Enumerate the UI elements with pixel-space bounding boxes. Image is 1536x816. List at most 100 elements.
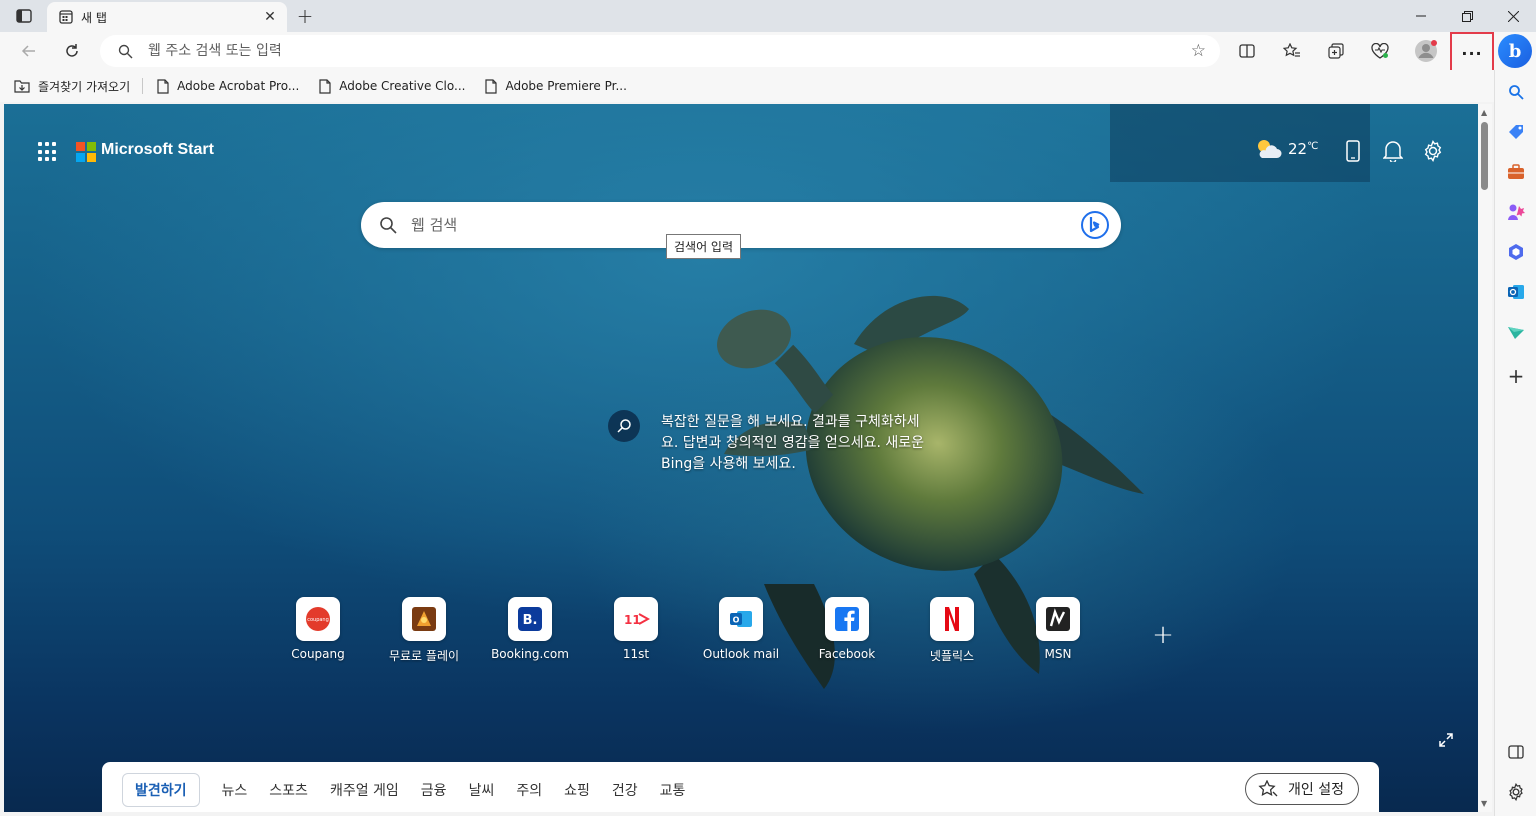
add-shortcut-plus-icon[interactable]: +: [1150, 620, 1176, 650]
mobile-phone-icon[interactable]: [1340, 138, 1366, 164]
feed-tab-casual-games[interactable]: 캐주얼 게임: [330, 780, 399, 800]
sidebar-shopping-tag-icon[interactable]: [1502, 118, 1530, 146]
scroll-down-arrow-icon[interactable]: ▼: [1481, 799, 1487, 808]
personalize-button[interactable]: 개인 설정: [1245, 773, 1359, 805]
web-search-input[interactable]: [411, 216, 1051, 234]
brand-title[interactable]: Microsoft Start: [101, 141, 214, 159]
tab-strip: 새 탭 ✕ +: [0, 0, 1536, 32]
app-launcher-icon[interactable]: [38, 142, 58, 162]
sidebar-settings-gear-icon[interactable]: [1502, 778, 1530, 806]
msn-icon: [1036, 597, 1080, 641]
refresh-icon[interactable]: [57, 36, 87, 66]
netflix-icon: [930, 597, 974, 641]
expand-background-icon[interactable]: [1438, 732, 1456, 750]
favorite-adobe-acrobat[interactable]: Adobe Acrobat Pro...: [155, 74, 301, 98]
search-icon: [116, 42, 134, 60]
add-favorite-star-icon[interactable]: ☆: [1191, 41, 1206, 61]
restore-icon[interactable]: [1444, 2, 1490, 30]
sidebar-drop-send-icon[interactable]: [1502, 318, 1530, 346]
feed-tab-weather[interactable]: 날씨: [469, 780, 495, 800]
favorite-adobe-premiere[interactable]: Adobe Premiere Pr...: [483, 74, 628, 98]
bing-search-prompt-icon[interactable]: [608, 410, 640, 442]
tab-new-tab[interactable]: 새 탭 ✕: [47, 2, 287, 32]
sidebar-games-icon[interactable]: [1502, 198, 1530, 226]
address-input[interactable]: [148, 43, 1148, 59]
import-favorites-icon: [14, 79, 30, 93]
personalize-label: 개인 설정: [1288, 782, 1344, 798]
sidebar-tools-briefcase-icon[interactable]: [1502, 158, 1530, 186]
tile-label: Booking.com: [491, 647, 569, 661]
back-icon[interactable]: [14, 36, 44, 66]
feed-tab-traffic[interactable]: 교통: [660, 780, 686, 800]
quick-link-coupang[interactable]: coupang Coupang: [270, 597, 366, 661]
browser-essentials-icon[interactable]: [1365, 36, 1395, 66]
profile-avatar[interactable]: [1411, 36, 1441, 66]
quick-link-netflix[interactable]: 넷플릭스: [904, 597, 1000, 664]
tab-title: 새 탭: [81, 10, 107, 25]
feed-tab-shopping[interactable]: 쇼핑: [564, 780, 590, 800]
weather-widget[interactable]: 22 ℃: [1254, 138, 1318, 160]
feed-tab-discover[interactable]: 발견하기: [122, 773, 200, 807]
feed-tab-sports[interactable]: 스포츠: [269, 780, 308, 800]
sidebar-search-icon[interactable]: [1502, 78, 1530, 106]
favorite-label: Adobe Premiere Pr...: [505, 79, 627, 93]
sidebar-microsoft365-icon[interactable]: [1502, 238, 1530, 266]
search-icon: [379, 216, 397, 234]
new-tab-page: Microsoft Start 22℃ 검색어 입력: [4, 104, 1478, 812]
close-window-icon[interactable]: [1490, 2, 1536, 30]
favorite-adobe-creative-cloud[interactable]: Adobe Creative Clo...: [317, 74, 467, 98]
search-tooltip: 검색어 입력: [666, 234, 742, 259]
browser-toolbar: ☆ ··· b: [0, 32, 1536, 74]
svg-text:11: 11: [624, 613, 641, 627]
page-settings-gear-icon[interactable]: [1420, 138, 1446, 164]
bing-copilot-icon[interactable]: b: [1498, 34, 1532, 68]
partly-cloudy-icon: [1254, 138, 1282, 160]
weather-unit: ℃: [1307, 140, 1319, 152]
personalize-star-icon: [1258, 780, 1278, 798]
feed-tab-news[interactable]: 뉴스: [222, 780, 248, 800]
favorites-separator: [142, 78, 144, 94]
feed-tab-finance[interactable]: 금융: [421, 780, 447, 800]
favorite-label: Adobe Creative Clo...: [339, 79, 466, 93]
collections-icon[interactable]: [1321, 36, 1351, 66]
facebook-icon: [825, 597, 869, 641]
sidebar-outlook-icon[interactable]: [1502, 278, 1530, 306]
sidebar-add-plus-icon[interactable]: +: [1502, 362, 1530, 390]
edge-sidebar: +: [1494, 70, 1536, 816]
scrollbar-thumb[interactable]: [1481, 122, 1488, 190]
bing-prompt-text[interactable]: 복잡한 질문을 해 보세요. 결과를 구체화하세요. 답변과 창의적인 영감을 …: [661, 412, 931, 475]
settings-and-more-button[interactable]: ···: [1450, 32, 1494, 74]
split-screen-icon[interactable]: [1232, 36, 1262, 66]
feed-tab-notice[interactable]: 주의: [516, 780, 542, 800]
game-icon: [402, 597, 446, 641]
page-scrollbar[interactable]: ▲ ▼: [1478, 104, 1492, 812]
minimize-icon[interactable]: [1398, 2, 1444, 30]
close-tab-icon[interactable]: ✕: [261, 8, 279, 26]
notification-bell-icon[interactable]: [1380, 138, 1406, 164]
quick-link-msn[interactable]: MSN: [1010, 597, 1106, 661]
sidebar-hide-panel-icon[interactable]: [1502, 738, 1530, 766]
page-icon: [319, 78, 331, 94]
weather-temperature: 22: [1288, 140, 1308, 158]
svg-text:B.: B.: [523, 613, 538, 628]
bing-chat-icon[interactable]: [1079, 209, 1111, 241]
quick-link-facebook[interactable]: Facebook: [799, 597, 895, 661]
feed-tab-health[interactable]: 건강: [612, 780, 638, 800]
tile-label: 무료로 플레이: [388, 649, 460, 663]
tile-label: 넷플릭스: [929, 649, 975, 663]
coupang-icon: coupang: [296, 597, 340, 641]
favorites-bar: 즐겨찾기 가져오기 Adobe Acrobat Pro... Adobe Cre…: [0, 70, 1494, 102]
address-bar[interactable]: ☆: [100, 35, 1220, 67]
new-tab-button[interactable]: +: [292, 4, 318, 28]
scroll-up-arrow-icon[interactable]: ▲: [1481, 108, 1487, 117]
microsoft-logo-icon: [76, 142, 96, 162]
import-favorites-link[interactable]: 즐겨찾기 가져오기: [12, 74, 132, 98]
favorites-icon[interactable]: [1277, 36, 1307, 66]
quick-link-free-play[interactable]: 무료로 플레이: [376, 597, 472, 664]
quick-link-booking[interactable]: B. Booking.com: [482, 597, 578, 661]
outlook-icon: O: [719, 597, 763, 641]
tab-actions-icon[interactable]: [10, 5, 38, 27]
quick-link-11st[interactable]: 11 11st: [588, 597, 684, 661]
tile-label: Outlook mail: [702, 647, 780, 661]
quick-link-outlook[interactable]: O Outlook mail: [693, 597, 789, 661]
